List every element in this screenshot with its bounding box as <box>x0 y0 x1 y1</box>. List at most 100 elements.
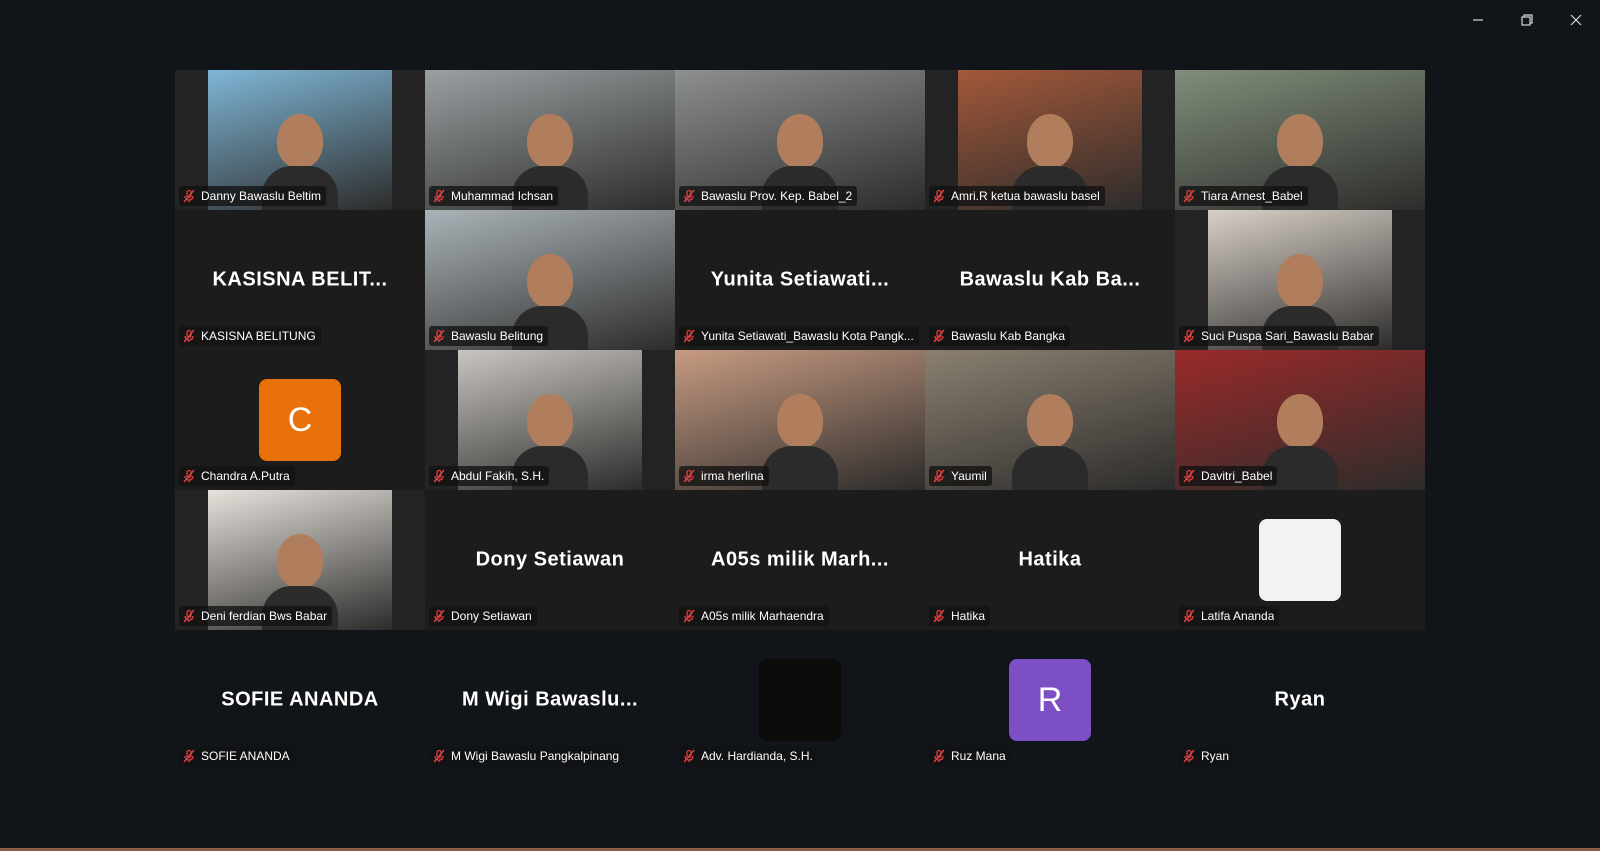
participant-gallery: Danny Bawaslu Beltim Muhammad Ichsan Bawas… <box>175 70 1425 770</box>
mic-off-icon <box>183 469 195 483</box>
participant-name: Suci Puspa Sari_Bawaslu Babar <box>1201 329 1374 343</box>
participant-name-label: KASISNA BELITUNG <box>179 326 321 346</box>
participant-name: SOFIE ANANDA <box>201 749 290 763</box>
participant-name: A05s milik Marhaendra <box>701 609 824 623</box>
mic-off-icon <box>1183 609 1195 623</box>
mic-off-icon <box>183 609 195 623</box>
close-icon <box>1570 14 1582 26</box>
participant-avatar <box>1259 519 1341 601</box>
participant-tile[interactable]: Ryan Ryan <box>1175 630 1425 770</box>
participant-name-label: Danny Bawaslu Beltim <box>179 186 327 206</box>
participant-name-label: Adv. Hardianda, S.H. <box>679 746 818 766</box>
participant-name-label: Suci Puspa Sari_Bawaslu Babar <box>1179 326 1379 346</box>
participant-tile[interactable]: SOFIE ANANDA SOFIE ANANDA <box>175 630 425 770</box>
participant-display-name: Ryan <box>1274 688 1326 711</box>
participant-name: Hatika <box>951 609 986 623</box>
participant-name: M Wigi Bawaslu Pangkalpinang <box>451 749 620 763</box>
participant-tile[interactable]: Yaumil <box>925 350 1175 490</box>
participant-tile[interactable]: Bawaslu Belitung <box>425 210 675 350</box>
mic-off-icon <box>683 609 695 623</box>
participant-name: Abdul Fakih, S.H. <box>451 469 545 483</box>
participant-name: Ryan <box>1201 749 1230 763</box>
participant-tile[interactable]: C Chandra A.Putra <box>175 350 425 490</box>
participant-name: Ruz Mana <box>951 749 1006 763</box>
participant-tile[interactable]: Hatika Hatika <box>925 490 1175 630</box>
mic-off-icon <box>433 329 445 343</box>
participant-tile[interactable]: Yunita Setiawati... Yunita Setiawati_Bawa… <box>675 210 925 350</box>
participant-display-name: Bawaslu Kab Ba... <box>959 268 1141 291</box>
participant-name-label: Deni ferdian Bws Babar <box>179 606 333 626</box>
participant-name: Latifa Ananda <box>1201 609 1275 623</box>
mic-off-icon <box>1183 189 1195 203</box>
participant-tile[interactable]: Dony Setiawan Dony Setiawan <box>425 490 675 630</box>
participant-name: Danny Bawaslu Beltim <box>201 189 322 203</box>
participant-tile[interactable]: Tiara Arnest_Babel <box>1175 70 1425 210</box>
participant-tile[interactable]: irma herlina <box>675 350 925 490</box>
participant-name: Adv. Hardianda, S.H. <box>701 749 813 763</box>
participant-tile[interactable]: Deni ferdian Bws Babar <box>175 490 425 630</box>
participant-name: Dony Setiawan <box>451 609 532 623</box>
participant-name: Yunita Setiawati_Bawaslu Kota Pangk... <box>701 329 914 343</box>
mic-off-icon <box>683 189 695 203</box>
participant-tile[interactable]: R Ruz Mana <box>925 630 1175 770</box>
participant-avatar: R <box>1009 659 1091 741</box>
participant-tile[interactable]: Bawaslu Kab Ba... Bawaslu Kab Bangka <box>925 210 1175 350</box>
participant-name: Chandra A.Putra <box>201 469 290 483</box>
mic-off-icon <box>933 469 945 483</box>
mic-off-icon <box>933 749 945 763</box>
mic-off-icon <box>1183 469 1195 483</box>
participant-tile[interactable]: Muhammad Ichsan <box>425 70 675 210</box>
participant-tile[interactable]: Latifa Ananda <box>1175 490 1425 630</box>
participant-tile[interactable]: KASISNA BELIT... KASISNA BELITUNG <box>175 210 425 350</box>
participant-tile[interactable]: Davitri_Babel <box>1175 350 1425 490</box>
participant-avatar <box>759 659 841 741</box>
participant-name-label: M Wigi Bawaslu Pangkalpinang <box>429 746 625 766</box>
mic-off-icon <box>183 189 195 203</box>
participant-display-name: Hatika <box>1018 548 1082 571</box>
participant-name-label: SOFIE ANANDA <box>179 746 295 766</box>
mic-off-icon <box>933 609 945 623</box>
participant-name-label: Bawaslu Prov. Kep. Babel_2 <box>679 186 858 206</box>
participant-name: Davitri_Babel <box>1201 469 1273 483</box>
minimize-button[interactable] <box>1458 5 1498 35</box>
participant-figure <box>1012 394 1088 490</box>
mic-off-icon <box>183 329 195 343</box>
mic-off-icon <box>433 469 445 483</box>
mic-off-icon <box>433 749 445 763</box>
participant-tile[interactable]: A05s milik Marh... A05s milik Marhaendra <box>675 490 925 630</box>
mic-off-icon <box>933 189 945 203</box>
participant-name-label: Latifa Ananda <box>1179 606 1280 626</box>
participant-name-label: Yunita Setiawati_Bawaslu Kota Pangk... <box>679 326 919 346</box>
participant-tile[interactable]: Bawaslu Prov. Kep. Babel_2 <box>675 70 925 210</box>
participant-name: Bawaslu Belitung <box>451 329 544 343</box>
mic-off-icon <box>183 749 195 763</box>
mic-off-icon <box>1183 329 1195 343</box>
participant-display-name: Dony Setiawan <box>475 548 625 571</box>
participant-name-label: Muhammad Ichsan <box>429 186 559 206</box>
participant-tile[interactable]: Amri.R ketua bawaslu basel <box>925 70 1175 210</box>
close-button[interactable] <box>1556 5 1596 35</box>
participant-tile[interactable]: Suci Puspa Sari_Bawaslu Babar <box>1175 210 1425 350</box>
minimize-icon <box>1473 19 1483 21</box>
participant-tile[interactable]: Abdul Fakih, S.H. <box>425 350 675 490</box>
mic-off-icon <box>1183 749 1195 763</box>
participant-name-label: Davitri_Babel <box>1179 466 1278 486</box>
restore-button[interactable] <box>1507 5 1547 35</box>
participant-tile[interactable]: Adv. Hardianda, S.H. <box>675 630 925 770</box>
participant-name: Yaumil <box>951 469 987 483</box>
participant-name: Muhammad Ichsan <box>451 189 554 203</box>
participant-name-label: Ruz Mana <box>929 746 1011 766</box>
participant-name-label: Dony Setiawan <box>429 606 537 626</box>
participant-tile[interactable]: Danny Bawaslu Beltim <box>175 70 425 210</box>
participant-name: Bawaslu Kab Bangka <box>951 329 1066 343</box>
participant-tile[interactable]: M Wigi Bawaslu... M Wigi Bawaslu Pangkalp… <box>425 630 675 770</box>
participant-figure <box>762 394 838 490</box>
participant-name-label: irma herlina <box>679 466 769 486</box>
participant-name: irma herlina <box>701 469 764 483</box>
mic-off-icon <box>933 329 945 343</box>
participant-name-label: Tiara Arnest_Babel <box>1179 186 1308 206</box>
participant-display-name: SOFIE ANANDA <box>221 688 379 711</box>
participant-name-label: Amri.R ketua bawaslu basel <box>929 186 1105 206</box>
participant-name-label: Abdul Fakih, S.H. <box>429 466 550 486</box>
mic-off-icon <box>683 469 695 483</box>
